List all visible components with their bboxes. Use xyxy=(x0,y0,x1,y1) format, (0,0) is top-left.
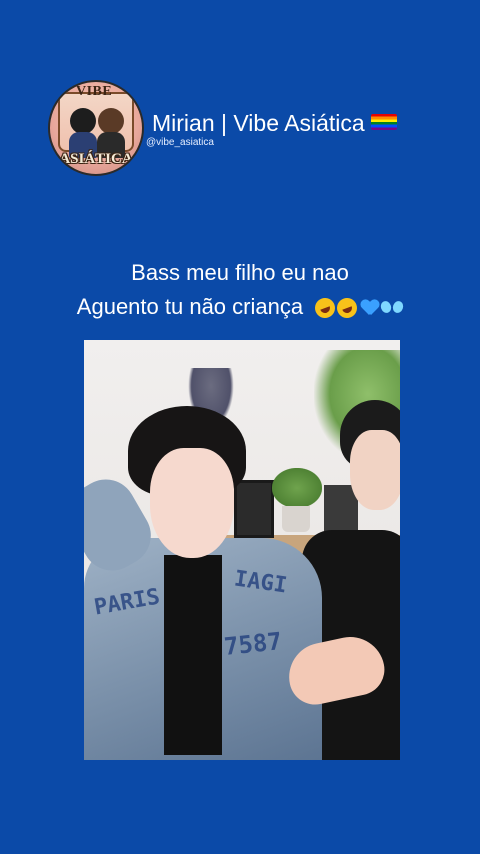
avatar-figure-2-head xyxy=(98,108,124,134)
profile-handle[interactable]: @vibe_asiatica xyxy=(146,137,397,148)
blue-heart-icon xyxy=(361,299,379,317)
display-name: Mirian | Vibe Asiática xyxy=(152,109,365,136)
rainbow-flag-icon xyxy=(370,114,397,131)
video-potted-plant xyxy=(272,468,322,508)
video-picture-frame xyxy=(234,480,274,538)
avatar-figure-1-head xyxy=(70,108,96,134)
video-plant-pot xyxy=(282,506,310,532)
caption-line-2-wrapper: Aguento tu não criança xyxy=(0,290,480,324)
video-frame[interactable]: PARIS IAGI 7587 xyxy=(84,340,400,760)
profile-name-block: Mirian | Vibe Asiática @vibe_asiatica xyxy=(146,109,397,148)
video-person-1-face xyxy=(150,448,234,558)
caption: Bass meu filho eu nao Aguento tu não cri… xyxy=(0,256,480,324)
avatar[interactable]: VIBE ASIÁTICA xyxy=(48,80,144,176)
caption-line-2: Aguento tu não criança xyxy=(76,294,304,319)
avatar-bottom-text: ASIÁTICA xyxy=(59,151,133,167)
rolling-laughing-icon xyxy=(312,295,339,322)
video-person-2-face xyxy=(350,430,400,510)
butterfly-icon xyxy=(379,299,405,317)
profile-header: VIBE ASIÁTICA Mirian | Vibe Asiática @vi… xyxy=(48,80,397,176)
avatar-top-text: VIBE xyxy=(76,84,113,99)
video-person-1-shirt xyxy=(164,555,222,755)
rolling-laughing-icon xyxy=(334,295,361,322)
caption-emojis xyxy=(312,295,405,322)
caption-line-1: Bass meu filho eu nao xyxy=(131,260,349,285)
profile-name-line[interactable]: Mirian | Vibe Asiática xyxy=(152,109,397,137)
